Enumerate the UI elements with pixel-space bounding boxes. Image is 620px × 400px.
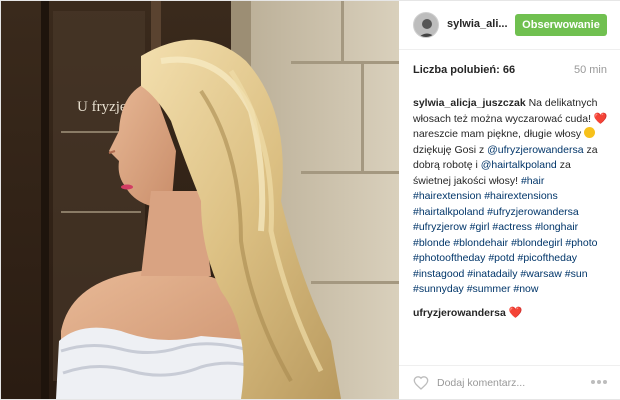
more-dots-icon[interactable] <box>591 380 609 386</box>
post-meta: Liczba polubień: 66 50 min <box>413 64 607 80</box>
avatar-image <box>414 13 438 37</box>
caption-comment: sylwia_alicja_juszczak Na delikatnych wł… <box>413 96 609 298</box>
follow-button[interactable]: Obserwowanie <box>515 14 607 36</box>
post-footer <box>399 365 620 399</box>
comment-item: ufryzjerowandersa ❤️ <box>413 306 609 322</box>
instagram-post: U fryzje sylwia_ali... Obserwowanie Licz… <box>0 0 620 400</box>
caption-text-2: nareszcie mam piękne, długie włosy <box>413 128 582 140</box>
mention-link[interactable]: @hairtalkpoland <box>481 159 557 171</box>
comment-input[interactable] <box>437 374 577 392</box>
photo-illustration: U fryzje <box>1 1 399 399</box>
hashtags-links[interactable]: #hair #hairextension #hairextensions #ha… <box>413 175 598 296</box>
comments-list: sylwia_alicja_juszczak Na delikatnych wł… <box>413 96 609 321</box>
post-header: sylwia_ali... Obserwowanie <box>399 1 620 50</box>
caption-text-3: dziękuję Gosi z <box>413 143 485 156</box>
caption-author-link[interactable]: sylwia_alicja_juszczak <box>413 97 526 109</box>
post-sidebar: sylwia_ali... Obserwowanie Liczba polubi… <box>399 1 620 399</box>
heart-outline-icon[interactable] <box>413 375 429 391</box>
heart-emoji-icon: ❤️ <box>593 112 608 125</box>
heart-emoji-icon: ❤️ <box>508 306 523 319</box>
post-photo[interactable]: U fryzje <box>1 1 399 399</box>
avatar[interactable] <box>413 12 439 38</box>
post-time[interactable]: 50 min <box>574 64 607 76</box>
comment-author-link[interactable]: ufryzjerowandersa <box>413 307 506 319</box>
shop-sign-text: U fryzje <box>77 99 127 115</box>
likes-count[interactable]: Liczba polubień: 66 <box>413 64 515 76</box>
mention-link[interactable]: @ufryzjerowandersa <box>487 144 583 156</box>
smile-emoji-icon <box>584 127 595 138</box>
username-link[interactable]: sylwia_ali... <box>447 18 508 30</box>
